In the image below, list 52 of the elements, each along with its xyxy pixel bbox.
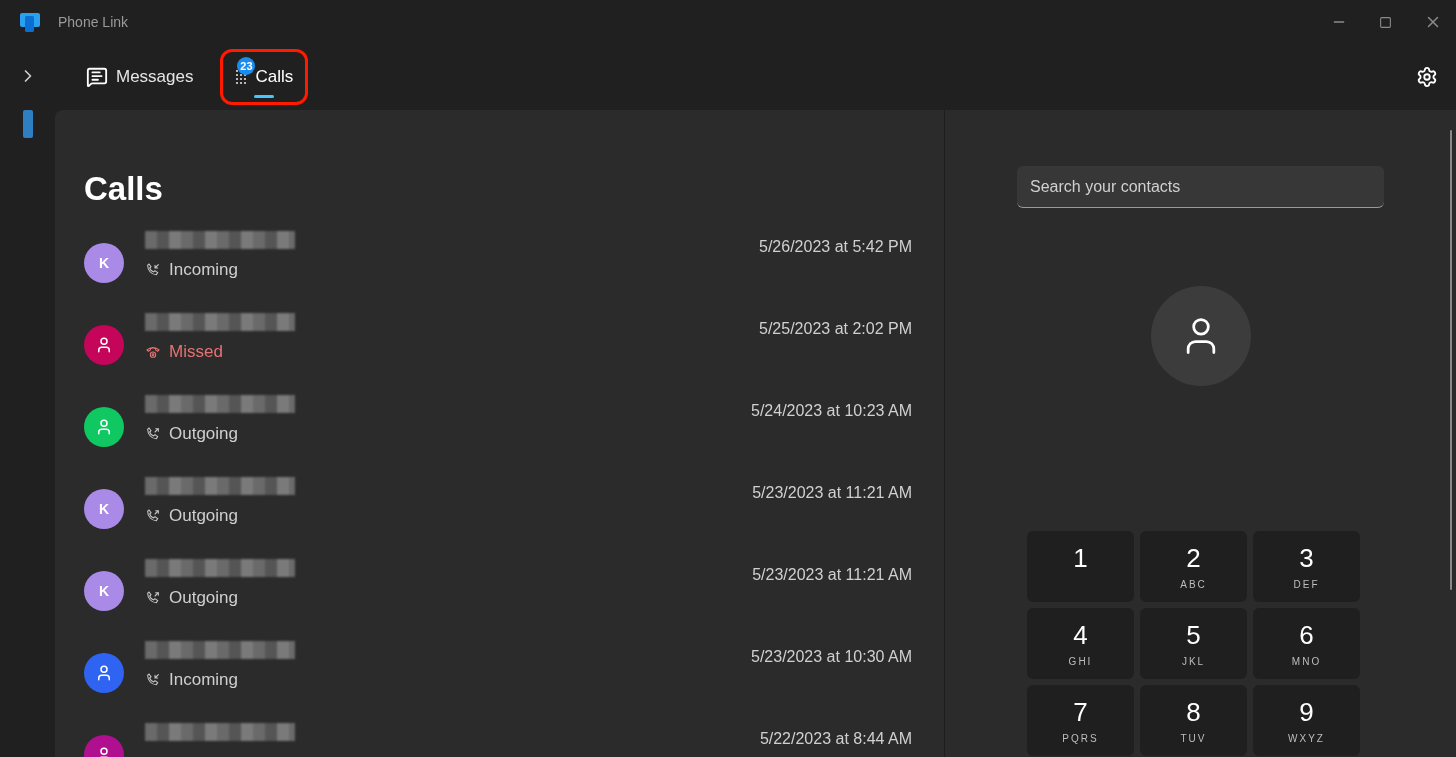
window-title: Phone Link [58, 13, 129, 32]
dial-key[interactable]: 5 JKL [1140, 608, 1247, 679]
dial-key[interactable]: 8 TUV [1140, 685, 1247, 756]
page-heading: Calls [84, 172, 164, 205]
tab[interactable]: Messages [71, 49, 209, 105]
incoming-call-icon [145, 261, 161, 278]
chat-icon [86, 66, 108, 88]
settings-icon[interactable] [1416, 66, 1438, 88]
call-time: 5/23/2023 at 11:21 AM [752, 483, 912, 503]
phone-icon[interactable] [22, 110, 33, 138]
call-row[interactable]: 5/22/2023 at 8:44 AM [84, 717, 912, 757]
contact-avatar: K [84, 243, 124, 283]
contact-avatar: K [84, 571, 124, 611]
call-type-label: Incoming [169, 669, 238, 691]
person-icon [95, 336, 113, 354]
scrollbar[interactable] [1450, 130, 1452, 590]
call-type-label: Incoming [169, 259, 238, 281]
dial-key[interactable]: 1 [1027, 531, 1134, 602]
call-time: 5/22/2023 at 8:44 AM [759, 729, 912, 749]
call-time: 5/23/2023 at 10:30 AM [751, 647, 912, 667]
dial-key[interactable]: 9 WXYZ [1253, 685, 1360, 756]
maximize-icon[interactable] [1379, 15, 1392, 29]
person-icon [95, 664, 113, 682]
call-time: 5/26/2023 at 5:42 PM [759, 237, 912, 257]
call-type-label: Outgoing [169, 505, 238, 527]
call-time: 5/23/2023 at 11:21 AM [752, 565, 912, 585]
call-row[interactable]: Incoming 5/23/2023 at 10:30 AM [84, 635, 912, 717]
call-row[interactable]: Missed 5/25/2023 at 2:02 PM [84, 307, 912, 389]
search-field[interactable]: Search your contacts [1017, 166, 1384, 208]
call-row[interactable]: Outgoing 5/24/2023 at 10:23 AM [84, 389, 912, 471]
call-row[interactable]: K Outgoing 5/23/2023 at 11:21 AM [84, 471, 912, 553]
call-time: 5/25/2023 at 2:02 PM [759, 319, 912, 339]
person-icon [95, 418, 113, 436]
count-badge: 23 [237, 57, 256, 75]
app-logo-icon [18, 10, 42, 34]
call-row[interactable]: K Outgoing 5/23/2023 at 11:21 AM [84, 553, 912, 635]
dial-key[interactable]: 3 DEF [1253, 531, 1360, 602]
selected-indicator [254, 95, 275, 98]
call-time: 5/24/2023 at 10:23 AM [751, 401, 912, 421]
contact-avatar: K [84, 489, 124, 529]
dial-key[interactable]: 7 PQRS [1027, 685, 1134, 756]
outgoing-call-icon [145, 507, 161, 524]
dial-key[interactable]: 2 ABC [1140, 531, 1247, 602]
outgoing-call-icon [145, 589, 161, 606]
incoming-call-icon [145, 671, 161, 688]
outgoing-call-icon [145, 425, 161, 442]
call-type-label: Missed [169, 341, 223, 363]
dial-key[interactable]: 4 GHI [1027, 608, 1134, 679]
dial-key[interactable]: 6 MNO [1253, 608, 1360, 679]
call-type-label: Outgoing [169, 587, 238, 609]
call-row[interactable]: K Incoming 5/26/2023 at 5:42 PM [84, 225, 912, 307]
call-type-label: Outgoing [169, 423, 238, 445]
